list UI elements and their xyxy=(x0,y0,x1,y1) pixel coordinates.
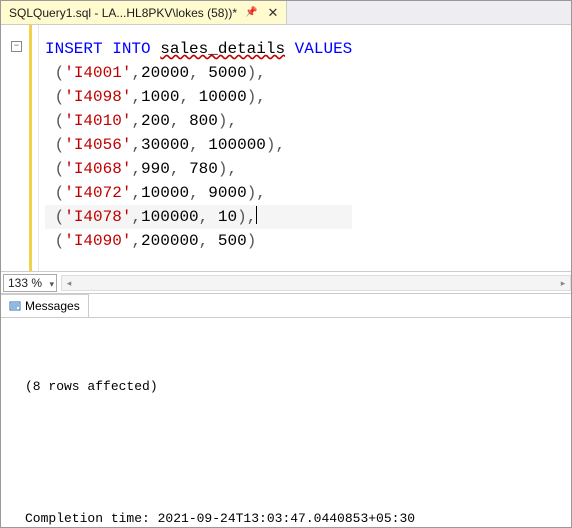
pin-icon[interactable]: 📌 xyxy=(245,7,257,18)
tab-bar: SQLQuery1.sql - LA...HL8PKV\lokes (58))*… xyxy=(1,1,571,25)
zoom-select[interactable]: 133 % xyxy=(3,274,57,292)
file-tab[interactable]: SQLQuery1.sql - LA...HL8PKV\lokes (58))*… xyxy=(1,1,287,24)
file-tab-title: SQLQuery1.sql - LA...HL8PKV\lokes (58))* xyxy=(9,6,237,20)
code-line: INSERT INTO sales_details VALUES xyxy=(45,37,352,61)
messages-panel[interactable]: (8 rows affected) Completion time: 2021-… xyxy=(1,318,571,527)
code-line: ('I4068',990, 780), xyxy=(45,157,352,181)
messages-icon xyxy=(9,300,21,312)
text-cursor xyxy=(256,206,257,224)
results-tab-strip: Messages xyxy=(1,294,571,318)
editor-gutter: − xyxy=(1,25,39,271)
scroll-right-icon[interactable]: ▸ xyxy=(556,276,570,290)
horizontal-scrollbar[interactable]: ◂ ▸ xyxy=(61,275,571,291)
messages-tab-label: Messages xyxy=(25,299,80,313)
code-line: ('I4078',100000, 10), xyxy=(45,205,352,229)
tab-messages[interactable]: Messages xyxy=(1,294,89,317)
zoom-bar: 133 % ◂ ▸ xyxy=(1,272,571,294)
close-icon[interactable]: ✕ xyxy=(266,6,281,19)
code-line: ('I4098',1000, 10000), xyxy=(45,85,352,109)
zoom-level: 133 % xyxy=(8,276,42,290)
collapse-toggle-icon[interactable]: − xyxy=(11,41,22,52)
sql-editor[interactable]: − INSERT INTO sales_details VALUES ('I40… xyxy=(1,25,571,272)
code-area[interactable]: INSERT INTO sales_details VALUES ('I4001… xyxy=(39,25,358,271)
code-line: ('I4072',10000, 9000), xyxy=(45,181,352,205)
completion-time-text: Completion time: 2021-09-24T13:03:47.044… xyxy=(13,508,559,527)
code-line: ('I4010',200, 800), xyxy=(45,109,352,133)
code-line: ('I4090',200000, 500) xyxy=(45,229,352,253)
rows-affected-text: (8 rows affected) xyxy=(13,376,559,398)
code-line: ('I4001',20000, 5000), xyxy=(45,61,352,85)
code-line: ('I4056',30000, 100000), xyxy=(45,133,352,157)
scroll-left-icon[interactable]: ◂ xyxy=(62,276,76,290)
